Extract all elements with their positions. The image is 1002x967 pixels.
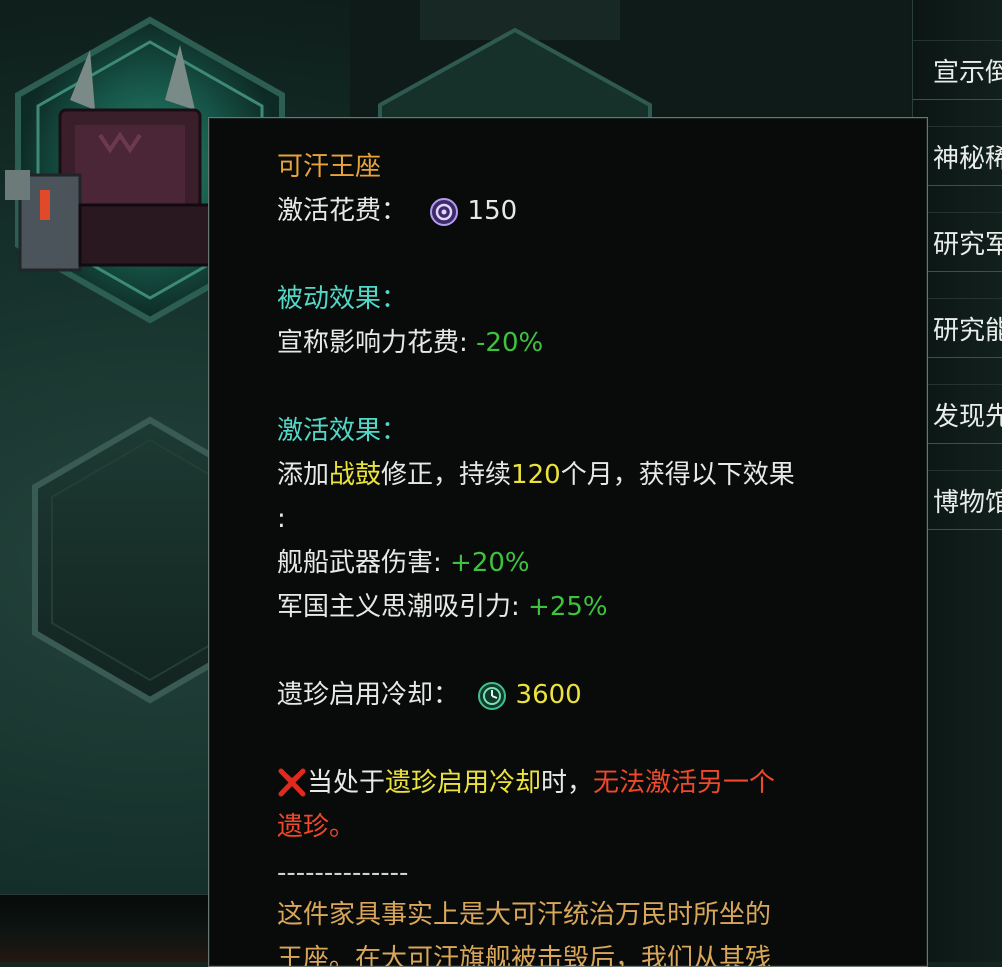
passive-title: 被动效果： [277,284,408,314]
side-menu-item-1[interactable]: 宣示倒 [913,40,1002,100]
active-months: 120 [511,460,561,490]
warning-red-1: 无法激活另一个 [593,768,776,798]
lore-line-2: 王座。在大可汗旗舰被击毁后，我们从其残 [277,944,772,967]
clock-icon [478,681,507,710]
active-description: 添加战鼓修正，持续120个月，获得以下效果 [277,458,795,492]
cooldown-value: 3600 [515,680,582,710]
passive-label: 宣称影响力花费: [277,328,468,358]
activation-cost-label: 激活花费： [277,196,408,226]
red-x-icon [278,768,306,796]
effect1-value: +20% [450,548,530,578]
effect1-label: 舰船武器伤害: [277,548,442,578]
active-modifier: 战鼓 [329,460,382,490]
cooldown-row: 遗珍启用冷却： 3600 [277,678,582,712]
warning-highlight: 遗珍启用冷却 [385,768,542,798]
cooldown-label: 遗珍启用冷却： [277,680,460,710]
relic-name: 可汗王座 [277,152,382,182]
passive-value: -20% [476,328,544,358]
active-title: 激活效果： [277,416,408,446]
passive-row: 宣称影响力花费: -20% [277,326,543,360]
warning-row: 当处于遗珍启用冷却时，无法激活另一个 [277,766,775,800]
lore-line-1: 这件家具事实上是大可汗统治万民时所坐的 [277,900,772,930]
activation-cost-value: 150 [467,196,518,226]
influence-icon [430,197,459,226]
active-colon: : [277,504,286,534]
active-mid: 修正，持续 [381,460,512,490]
active-prefix: 添加 [277,460,330,490]
warning-prefix: 当处于 [307,768,386,798]
warning-mid: 时， [541,768,594,798]
active-suffix: 个月，获得以下效果 [560,460,795,490]
effect2-value: +25% [528,592,608,622]
effect2-label: 军国主义思潮吸引力: [277,592,520,622]
relic-tooltip: 可汗王座 激活花费： 150 被动效果： 宣称影响力花费: -20% 激活效果：… [208,117,928,967]
throne-relic-icon[interactable] [0,40,210,290]
separator: -------------- [277,858,409,888]
effect-row-2: 军国主义思潮吸引力: +25% [277,590,608,624]
activation-cost-row: 激活花费： 150 [277,194,517,228]
warning-red-2: 遗珍。 [277,812,356,842]
effect-row-1: 舰船武器伤害: +20% [277,546,530,580]
